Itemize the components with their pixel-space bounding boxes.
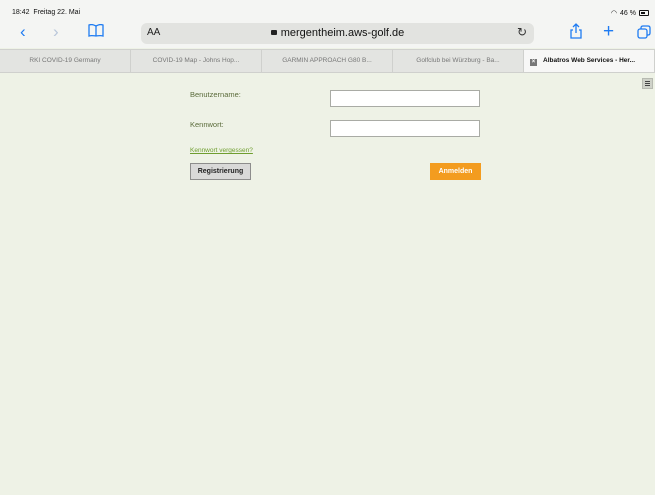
tabs-overview-icon[interactable] [637, 24, 651, 44]
tab-golfclub[interactable]: Golfclub bei Würzburg - Ba... [393, 50, 524, 72]
forward-chevron-icon[interactable]: › [53, 22, 59, 42]
forgot-password-link[interactable]: Kennwort vergessen? [190, 147, 253, 154]
username-label: Benutzername: [190, 90, 241, 99]
tab-covid-map[interactable]: COVID-19 Map - Johns Hop... [131, 50, 262, 72]
new-tab-plus-icon[interactable]: + [603, 22, 614, 42]
url-text: mergentheim.aws-golf.de [141, 27, 534, 39]
reload-icon[interactable]: ↻ [517, 25, 527, 39]
status-time: 18:42 Freitag 22. Mai [12, 9, 81, 16]
tab-albatros-active[interactable]: × Albatros Web Services - Her... [524, 50, 655, 72]
lock-icon [270, 30, 277, 35]
bookmarks-book-icon[interactable] [88, 22, 104, 42]
menu-icon[interactable] [642, 78, 653, 89]
tab-strip: RKI COVID-19 Germany COVID-19 Map - John… [0, 49, 655, 73]
browser-toolbar: ‹ › AA mergentheim.aws-golf.de ↻ + [0, 20, 655, 48]
tab-rki-covid[interactable]: RKI COVID-19 Germany [0, 50, 131, 72]
url-bar[interactable]: AA mergentheim.aws-golf.de ↻ [141, 23, 534, 44]
back-chevron-icon[interactable]: ‹ [20, 22, 26, 42]
tab-garmin[interactable]: GARMIN APPROACH G80 B... [262, 50, 393, 72]
password-input[interactable] [330, 120, 480, 137]
register-button[interactable]: Registrierung [190, 163, 251, 180]
battery-icon [639, 10, 649, 16]
password-label: Kennwort: [190, 120, 224, 129]
close-tab-icon[interactable]: × [530, 59, 537, 66]
wifi-icon: ◠ [610, 10, 618, 17]
status-right: ◠ 46 % [611, 9, 649, 17]
username-input[interactable] [330, 90, 480, 107]
battery-percent: 46 % [620, 9, 636, 17]
login-button[interactable]: Anmelden [430, 163, 481, 180]
share-icon[interactable] [570, 23, 582, 44]
status-bar: 18:42 Freitag 22. Mai ◠ 46 % [0, 0, 655, 20]
page-content: Benutzername: Kennwort: Kennwort vergess… [0, 72, 655, 495]
